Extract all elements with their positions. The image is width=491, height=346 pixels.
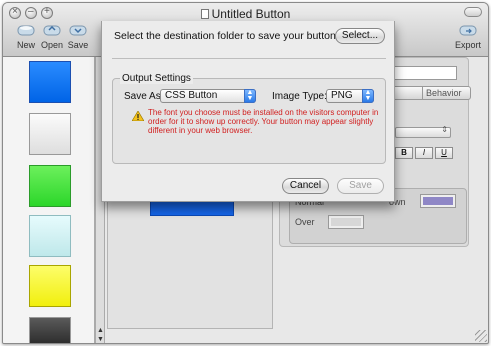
style-swatch-green[interactable] <box>29 165 71 207</box>
image-type-label: Image Type: <box>272 91 327 102</box>
output-settings-label: Output Settings <box>120 73 193 84</box>
style-swatch-black[interactable] <box>29 317 71 343</box>
open-button-label: Open <box>40 40 64 50</box>
style-swatch-light-cyan[interactable] <box>29 215 71 257</box>
toolbar-toggle-button[interactable] <box>464 7 482 17</box>
new-document-icon <box>17 25 35 36</box>
button-style-list <box>3 57 95 343</box>
tab-divider <box>422 87 423 99</box>
cancel-button[interactable]: Cancel <box>282 178 329 194</box>
chevron-updown-icon: ⇕ <box>441 125 448 134</box>
style-swatch-blue[interactable] <box>29 61 71 103</box>
down-color-well[interactable] <box>420 194 456 208</box>
tab-behavior[interactable]: Behavior <box>426 88 462 98</box>
style-swatch-white[interactable] <box>29 113 71 155</box>
over-color-label: Over <box>295 217 315 227</box>
document-icon <box>200 9 209 19</box>
save-button[interactable]: Save <box>337 178 384 194</box>
export-button[interactable]: Export <box>453 22 483 50</box>
italic-button[interactable]: I <box>415 147 433 159</box>
export-icon <box>459 25 477 36</box>
destination-label: Select the destination folder to save yo… <box>114 30 339 42</box>
open-icon <box>43 25 61 36</box>
bold-button[interactable]: B <box>395 147 413 159</box>
save-as-select[interactable]: CSS Button ▲ ▼ <box>160 89 256 103</box>
font-select[interactable]: ⇕ <box>395 125 451 138</box>
popup-arrows-icon: ▲ ▼ <box>244 89 256 103</box>
resize-grip[interactable] <box>475 330 487 342</box>
text-field[interactable] <box>393 66 457 80</box>
button-preview[interactable] <box>150 200 234 216</box>
window-title: Untitled Button <box>211 7 291 21</box>
new-button-label: New <box>16 40 35 50</box>
save-toolbar-button[interactable]: Save <box>63 22 93 50</box>
font-warning-text: The font you choose must be installed on… <box>148 108 379 135</box>
scroll-down-arrow-icon[interactable]: ▼ <box>97 336 104 343</box>
save-icon <box>69 25 87 36</box>
over-color-well[interactable] <box>328 215 364 229</box>
window-title-wrap: Untitled Button <box>3 7 488 21</box>
save-toolbar-label: Save <box>67 40 89 50</box>
image-type-value: PNG <box>331 90 353 101</box>
image-type-select[interactable]: PNG ▲ ▼ <box>326 89 374 103</box>
export-button-label: Export <box>454 40 481 50</box>
dialog-divider <box>112 58 386 59</box>
scroll-up-arrow-icon[interactable]: ▲ <box>97 327 104 334</box>
warning-icon <box>132 111 144 121</box>
save-sheet-dialog: Select the destination folder to save yo… <box>101 21 395 202</box>
select-folder-button[interactable]: Select... <box>335 28 385 44</box>
style-swatch-yellow[interactable] <box>29 265 71 307</box>
underline-button[interactable]: U <box>435 147 453 159</box>
save-as-label: Save As: <box>124 91 164 102</box>
save-as-value: CSS Button <box>165 90 218 101</box>
app-window: Untitled Button New Open Save Export ▲ ▼ <box>2 2 489 344</box>
popup-arrows-icon: ▲ ▼ <box>362 89 374 103</box>
